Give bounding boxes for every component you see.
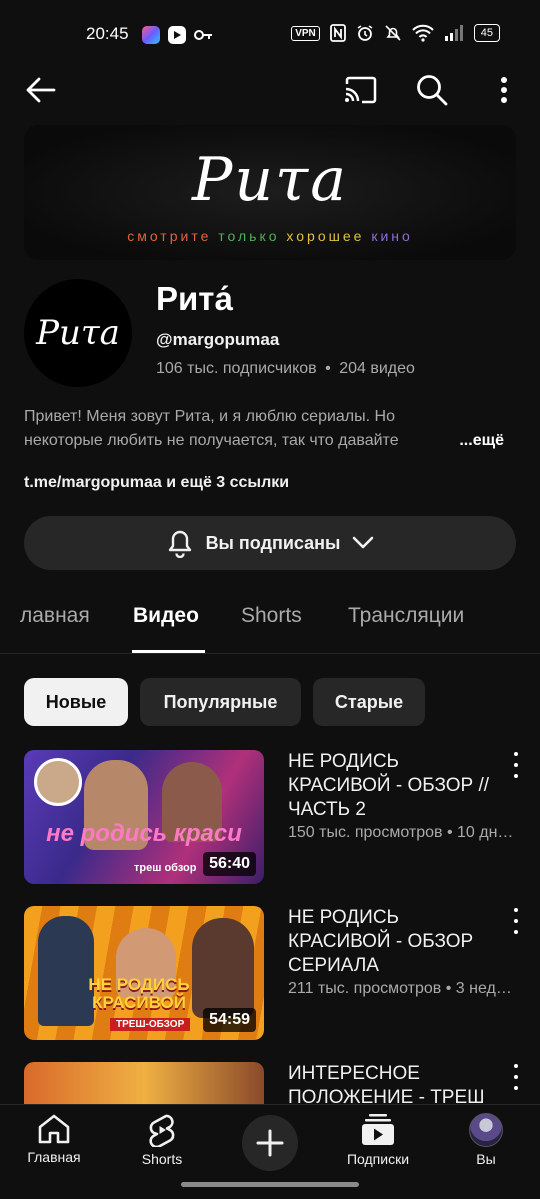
video-title[interactable]: НЕ РОДИСЬ КРАСИВОЙ - ОБЗОР СЕРИАЛА bbox=[288, 906, 498, 978]
video-duration: 56:40 bbox=[203, 852, 256, 876]
vpn-badge: VPN bbox=[291, 25, 320, 41]
search-button[interactable] bbox=[412, 70, 452, 110]
stats-separator: • bbox=[325, 360, 331, 377]
nfc-icon bbox=[329, 24, 346, 42]
key-icon bbox=[194, 30, 212, 40]
subscribed-button[interactable]: Вы подписаны bbox=[24, 516, 516, 570]
search-icon bbox=[417, 75, 448, 106]
wifi-icon bbox=[412, 24, 434, 42]
tab-shorts[interactable]: Shorts bbox=[241, 604, 302, 628]
chevron-down-icon bbox=[353, 536, 374, 549]
subscribed-label: Вы подписаны bbox=[205, 532, 341, 553]
chip-oldest[interactable]: Старые bbox=[313, 678, 425, 726]
thumbnail-subtext: треш обзор bbox=[134, 862, 197, 874]
app-shortcut-icon bbox=[142, 26, 160, 44]
nav-home[interactable]: Главная bbox=[9, 1113, 99, 1165]
thumbnail-text: не родись краси bbox=[46, 820, 242, 847]
back-button[interactable] bbox=[21, 70, 61, 110]
banner-tagline-word: хорошее bbox=[286, 228, 365, 244]
chip-popular[interactable]: Популярные bbox=[140, 678, 301, 726]
home-indicator bbox=[181, 1182, 359, 1187]
home-icon bbox=[38, 1114, 70, 1144]
status-indicators: VPN 45 bbox=[291, 24, 500, 42]
mute-icon bbox=[385, 25, 401, 41]
back-arrow-icon bbox=[26, 77, 56, 103]
video-item[interactable]: НЕ РОДИСЬ КРАСИВОЙ ТРЕШ-ОБЗОР 54:59 НЕ Р… bbox=[24, 906, 524, 1042]
video-more-button[interactable] bbox=[506, 752, 526, 778]
channel-handle: @margopumaa bbox=[156, 330, 280, 349]
video-title[interactable]: ИНТЕРЕСНОЕ ПОЛОЖЕНИЕ - ТРЕШ bbox=[288, 1062, 498, 1110]
video-count: 204 видео bbox=[339, 360, 415, 377]
signal-icon bbox=[444, 25, 463, 41]
banner-tagline-word: кино bbox=[371, 228, 413, 244]
thumbnail-subtext: ТРЕШ-ОБЗОР bbox=[110, 1018, 191, 1031]
description-line: Привет! Меня зовут Рита, и я люблю сериа… bbox=[24, 408, 395, 425]
video-duration: 54:59 bbox=[203, 1008, 256, 1032]
alarm-icon bbox=[357, 25, 373, 41]
video-meta: 211 тыс. просмотров • 3 недели назад bbox=[288, 980, 514, 997]
nav-subscriptions[interactable]: Подписки bbox=[333, 1113, 423, 1167]
status-app-icons bbox=[142, 26, 214, 44]
video-item[interactable]: не родись краси треш обзор 56:40 НЕ РОДИ… bbox=[24, 750, 524, 886]
nav-you[interactable]: Вы bbox=[441, 1113, 531, 1167]
kebab-menu-icon bbox=[501, 77, 507, 103]
nav-subscriptions-label: Подписки bbox=[346, 1151, 410, 1167]
bell-icon bbox=[168, 530, 191, 558]
banner-tagline-word: только bbox=[218, 228, 280, 244]
video-title[interactable]: НЕ РОДИСЬ КРАСИВОЙ - ОБЗОР // ЧАСТЬ 2 bbox=[288, 750, 498, 822]
avatar-logo-text: Риτа bbox=[36, 313, 120, 353]
channel-stats: 106 тыс. подписчиков • 204 видео bbox=[156, 360, 415, 378]
tab-videos[interactable]: Видео bbox=[133, 604, 199, 628]
channel-banner: Риτа смотрите только хорошее кино bbox=[24, 125, 516, 260]
banner-tagline-word: смотрите bbox=[127, 228, 212, 244]
video-meta: 150 тыс. просмотров • 10 дней назад bbox=[288, 824, 514, 841]
nav-shorts-label: Shorts bbox=[141, 1151, 183, 1167]
description-more-link[interactable]: ...ещё bbox=[431, 429, 504, 453]
top-app-bar bbox=[0, 66, 540, 116]
create-button[interactable] bbox=[242, 1115, 298, 1171]
thumbnail-text: НЕ РОДИСЬ КРАСИВОЙ bbox=[88, 975, 190, 1012]
status-time: 20:45 bbox=[86, 24, 129, 43]
account-avatar bbox=[469, 1113, 503, 1147]
channel-name: Рита́ bbox=[156, 280, 233, 317]
nav-home-label: Главная bbox=[27, 1149, 81, 1165]
cast-icon bbox=[345, 76, 377, 104]
video-more-button[interactable] bbox=[506, 1064, 526, 1090]
video-thumbnail[interactable]: НЕ РОДИСЬ КРАСИВОЙ ТРЕШ-ОБЗОР 54:59 bbox=[24, 906, 264, 1040]
video-more-button[interactable] bbox=[506, 908, 526, 934]
cast-button[interactable] bbox=[340, 70, 380, 110]
channel-tabs: лавная Видео Shorts Трансляции bbox=[0, 590, 540, 654]
battery-indicator: 45 bbox=[473, 24, 500, 42]
nav-shorts[interactable]: Shorts bbox=[117, 1113, 207, 1167]
channel-avatar[interactable]: Риτа bbox=[24, 279, 132, 387]
plus-icon bbox=[256, 1129, 284, 1157]
channel-description[interactable]: Привет! Меня зовут Рита, и я люблю сериа… bbox=[24, 405, 516, 453]
thumbnail-person bbox=[192, 918, 254, 1018]
channel-links[interactable]: t.me/margopumaa и ещё 3 ссылки bbox=[24, 474, 289, 492]
shorts-icon bbox=[149, 1114, 175, 1147]
status-bar: 20:45 VPN 45 bbox=[0, 0, 540, 70]
banner-tagline: смотрите только хорошее кино bbox=[24, 228, 516, 244]
nav-you-label: Вы bbox=[476, 1151, 496, 1167]
thumbnail-face-circle bbox=[34, 758, 82, 806]
chip-newest[interactable]: Новые bbox=[24, 678, 128, 726]
youtube-notification-icon bbox=[168, 26, 186, 44]
more-options-button[interactable] bbox=[484, 70, 524, 110]
active-tab-indicator bbox=[132, 650, 205, 653]
video-thumbnail[interactable]: не родись краси треш обзор 56:40 bbox=[24, 750, 264, 884]
tab-live[interactable]: Трансляции bbox=[348, 604, 464, 628]
subscriptions-icon bbox=[362, 1114, 394, 1145]
tab-home[interactable]: лавная bbox=[20, 604, 90, 628]
subscriber-count: 106 тыс. подписчиков bbox=[156, 360, 317, 377]
banner-title: Риτа bbox=[192, 145, 348, 215]
